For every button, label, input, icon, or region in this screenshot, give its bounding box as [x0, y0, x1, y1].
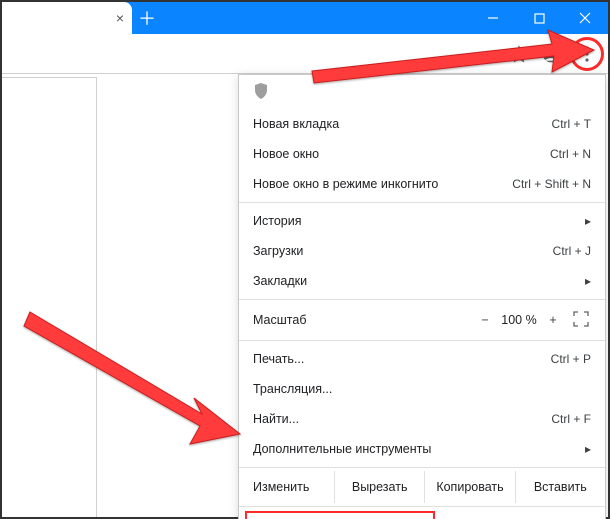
- cut-button[interactable]: Вырезать: [335, 471, 425, 503]
- menu-label: История: [253, 214, 579, 228]
- menu-item-more-tools[interactable]: Дополнительные инструменты ▸: [239, 434, 605, 464]
- fullscreen-icon: [573, 311, 589, 327]
- fullscreen-button[interactable]: [573, 311, 591, 329]
- menu-item-new-tab[interactable]: Новая вкладка Ctrl + T: [239, 109, 605, 139]
- menu-shortcut: Ctrl + N: [550, 147, 591, 161]
- titlebar-spacer[interactable]: [162, 2, 470, 34]
- menu-shortcut: Ctrl + P: [551, 352, 591, 366]
- more-menu-button[interactable]: [572, 39, 602, 69]
- menu-shortcut: Ctrl + J: [553, 244, 591, 258]
- main-menu: Новая вкладка Ctrl + T Новое окно Ctrl +…: [238, 74, 606, 519]
- bookmark-star-button[interactable]: [508, 43, 530, 65]
- menu-label: Загрузки: [253, 244, 553, 258]
- maximize-button[interactable]: [516, 2, 562, 34]
- more-vert-icon: [585, 46, 589, 62]
- menu-item-print[interactable]: Печать... Ctrl + P: [239, 344, 605, 374]
- browser-tab[interactable]: ×: [2, 2, 132, 34]
- menu-item-incognito[interactable]: Новое окно в режиме инкогнито Ctrl + Shi…: [239, 169, 605, 199]
- zoom-in-button[interactable]: +: [543, 313, 563, 327]
- edit-label: Изменить: [239, 471, 335, 503]
- menu-item-downloads[interactable]: Загрузки Ctrl + J: [239, 236, 605, 266]
- shield-icon: [253, 82, 269, 103]
- new-tab-button[interactable]: ＋: [132, 2, 162, 34]
- chevron-right-icon: ▸: [585, 214, 591, 228]
- minimize-button[interactable]: [470, 2, 516, 34]
- chevron-right-icon: ▸: [585, 274, 591, 288]
- menu-item-find[interactable]: Найти... Ctrl + F: [239, 404, 605, 434]
- menu-item-history[interactable]: История ▸: [239, 206, 605, 236]
- menu-label: Масштаб: [253, 313, 475, 327]
- menu-separator: [239, 506, 605, 507]
- menu-item-new-window[interactable]: Новое окно Ctrl + N: [239, 139, 605, 169]
- menu-label: Закладки: [253, 274, 579, 288]
- maximize-icon: [534, 13, 545, 24]
- copy-button[interactable]: Копировать: [425, 471, 515, 503]
- menu-separator: [239, 467, 605, 468]
- content-area: Новая вкладка Ctrl + T Новое окно Ctrl +…: [2, 74, 608, 517]
- menu-shortcut: Ctrl + Shift + N: [512, 177, 591, 191]
- title-bar: × ＋: [2, 2, 608, 34]
- chevron-right-icon: ▸: [585, 442, 591, 456]
- menu-label: Печать...: [253, 352, 551, 366]
- menu-label: Дополнительные инструменты: [253, 442, 579, 456]
- menu-label: Новое окно в режиме инкогнито: [253, 177, 512, 191]
- toolbar: [2, 34, 608, 74]
- menu-label: Новое окно: [253, 147, 550, 161]
- browser-window: × ＋: [0, 0, 610, 519]
- zoom-out-button[interactable]: −: [475, 313, 495, 327]
- zoom-value: 100 %: [495, 313, 543, 327]
- menu-shortcut: Ctrl + T: [552, 117, 591, 131]
- menu-separator: [239, 299, 605, 300]
- profile-icon: [541, 44, 561, 64]
- plus-icon: ＋: [138, 5, 156, 31]
- minimize-icon: [487, 12, 499, 24]
- close-icon: [579, 12, 591, 24]
- menu-label: Новая вкладка: [253, 117, 552, 131]
- menu-label: Трансляция...: [253, 382, 591, 396]
- menu-item-settings[interactable]: Настройки: [239, 510, 605, 519]
- paste-button[interactable]: Вставить: [516, 471, 605, 503]
- close-icon[interactable]: ×: [116, 10, 124, 26]
- menu-item-bookmarks[interactable]: Закладки ▸: [239, 266, 605, 296]
- menu-separator: [239, 340, 605, 341]
- menu-item-cast[interactable]: Трансляция...: [239, 374, 605, 404]
- menu-item-edit: Изменить Вырезать Копировать Вставить: [239, 471, 605, 503]
- profile-button[interactable]: [540, 43, 562, 65]
- left-panel: [2, 77, 97, 517]
- menu-separator: [239, 202, 605, 203]
- menu-shortcut: Ctrl + F: [551, 412, 591, 426]
- star-icon: [510, 45, 528, 63]
- menu-item-zoom: Масштаб − 100 % +: [239, 303, 605, 337]
- menu-security-indicator: [239, 75, 605, 109]
- close-window-button[interactable]: [562, 2, 608, 34]
- menu-label: Найти...: [253, 412, 551, 426]
